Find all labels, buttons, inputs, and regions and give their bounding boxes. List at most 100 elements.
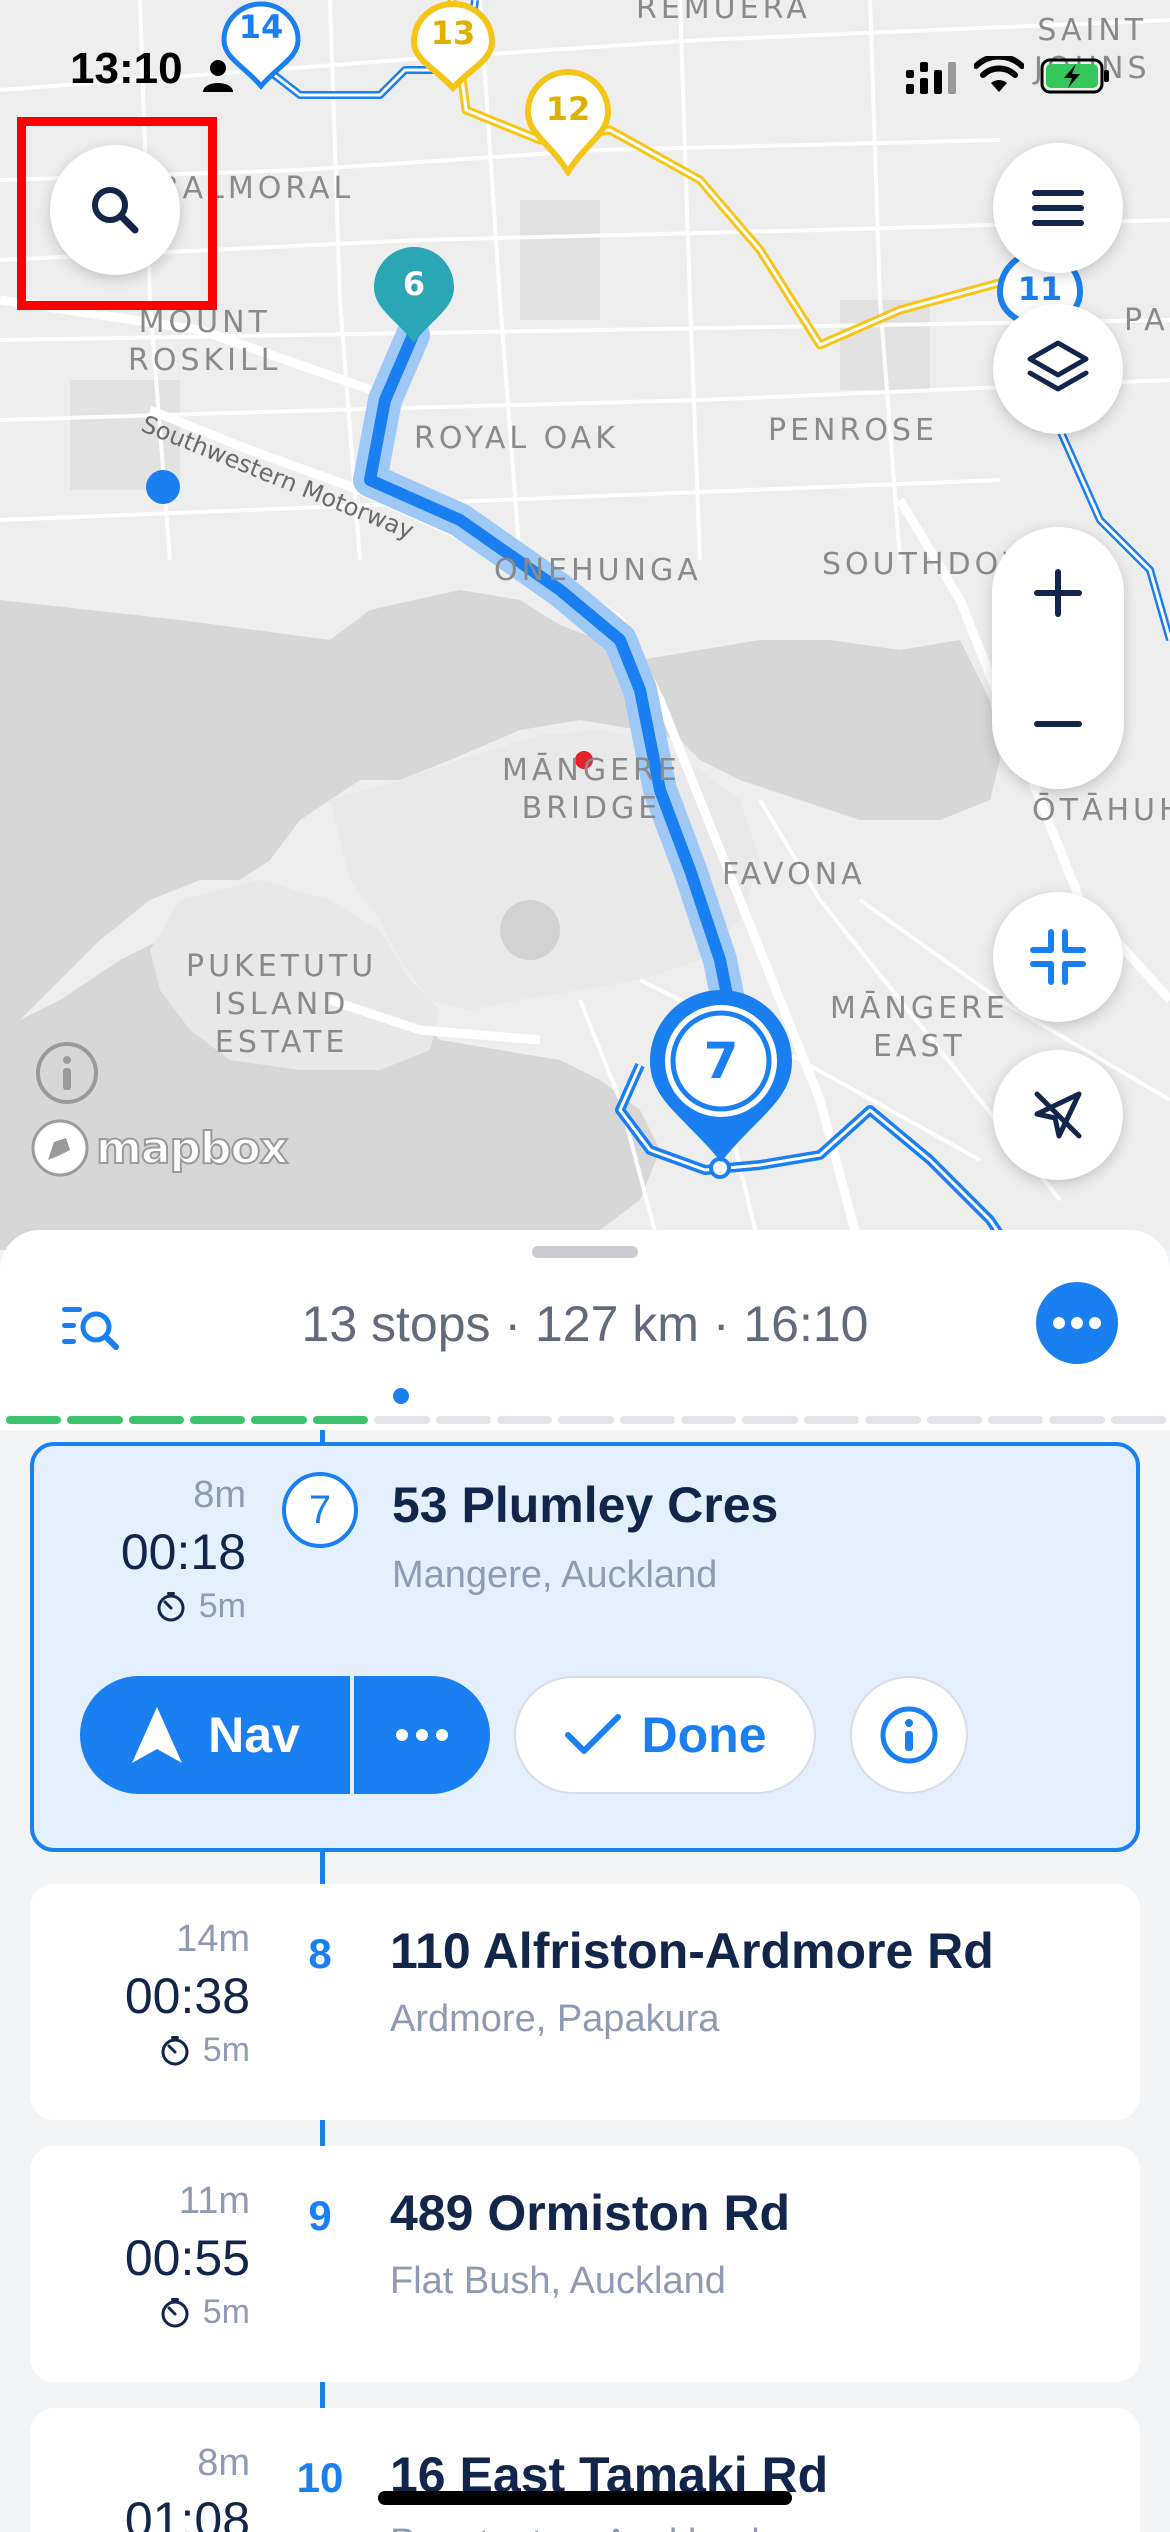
pin-label: 7: [703, 1032, 739, 1090]
timer-icon: [161, 2035, 189, 2065]
minus-icon: [1034, 720, 1082, 727]
location-arrow-off-icon: [1034, 1091, 1082, 1139]
service-duration: 5m: [202, 2031, 250, 2069]
stop-address: 489 Ormiston Rd: [390, 2185, 791, 2241]
highlight-box: [17, 117, 217, 310]
stop-card-active[interactable]: 8m 00:18 5m 7 53 Plumley Cres Mangere, A…: [30, 1442, 1140, 1852]
map-pin-stop-7-selected[interactable]: 7: [646, 986, 796, 1171]
service-time: 5m: [125, 2293, 250, 2332]
plus-icon: [1034, 568, 1082, 617]
home-indicator: [378, 2491, 792, 2505]
cellular-signal-icon: [906, 62, 956, 94]
mapbox-wordmark: mapbox: [95, 1122, 289, 1175]
leg-duration: 14m: [176, 1918, 250, 1960]
map-view[interactable]: REMUERA SAINT JOHNS BALMORAL MOUNT ROSKI…: [0, 0, 1170, 1250]
stop-address: 53 Plumley Cres: [392, 1477, 779, 1533]
map-label-penrose: PENROSE: [768, 413, 938, 448]
progress-segment: [496, 1416, 553, 1424]
progress-segment: [190, 1416, 246, 1424]
progress-segment: [435, 1416, 491, 1424]
status-time: 13:10: [70, 44, 183, 93]
stop-card[interactable]: 8m 01:08 10 16 East Tamaki Rd Papatoetoe…: [30, 2408, 1140, 2532]
sheet-header: 13 stops · 127 km · 16:10: [0, 1230, 1170, 1430]
map-label-otahuhu: ŌTĀHUHU: [1032, 793, 1170, 828]
done-button[interactable]: Done: [514, 1676, 816, 1794]
map-label-royal-oak: ROYAL OAK: [414, 421, 619, 456]
stop-city: Flat Bush, Auckland: [390, 2260, 726, 2302]
progress-segment: [1110, 1416, 1166, 1424]
stop-eta: 11m 00:55 5m: [125, 2180, 250, 2332]
stop-city: Mangere, Auckland: [392, 1554, 718, 1596]
timer-icon: [157, 1591, 185, 1621]
arrival-time: 01:08: [124, 2492, 250, 2532]
navigation-arrow-icon: [132, 1707, 183, 1763]
stop-info-button[interactable]: [850, 1676, 968, 1794]
wifi-icon: [974, 56, 1024, 92]
pin-label: 6: [402, 265, 426, 303]
ellipsis-icon: [1053, 1317, 1101, 1329]
progress-segment: [67, 1416, 123, 1424]
location-button[interactable]: [993, 1050, 1123, 1180]
stop-eta: 8m 00:18 5m: [121, 1474, 246, 1626]
stop-address: 110 Alfriston-Ardmore Rd: [390, 1923, 994, 1979]
stop-card[interactable]: 14m 00:38 5m 8 110 Alfriston-Ardmore Rd …: [30, 1884, 1140, 2120]
sheet-grabber[interactable]: [532, 1246, 638, 1258]
progress-segment: [312, 1416, 369, 1424]
person-icon: [203, 60, 233, 92]
nav-options-button[interactable]: [354, 1676, 490, 1794]
progress-segment: [558, 1416, 614, 1424]
service-duration: 5m: [198, 1587, 246, 1625]
map-label-pa: PA: [1124, 303, 1169, 338]
map-label-favona: FAVONA: [722, 857, 866, 892]
nav-label: Nav: [208, 1707, 300, 1763]
route-progress-bar: [6, 1416, 1166, 1424]
route-sheet: 13 stops · 127 km · 16:10 8m 00:18 5m 7 …: [0, 1230, 1170, 2532]
zoom-out-button[interactable]: [992, 658, 1124, 789]
zoom-controls: [992, 527, 1124, 789]
progress-segment: [1049, 1416, 1105, 1424]
map-label-mangere-east: MĀNGERE EAST: [830, 991, 1009, 1064]
stop-number: 9: [285, 2192, 355, 2240]
nav-button[interactable]: Nav: [80, 1676, 350, 1794]
map-label-puketutu: PUKETUTU ISLAND ESTATE: [186, 949, 378, 1060]
timer-icon: [161, 2297, 189, 2327]
stop-city: Papatoetoe, Auckland: [390, 2522, 760, 2532]
stop-number: 8: [285, 1930, 355, 1978]
battery-charging-icon: [1040, 58, 1109, 94]
map-label-mangere-bridge: MĀNGERE BRIDGE: [502, 753, 681, 826]
ellipsis-icon: [396, 1729, 448, 1741]
progress-segment: [619, 1416, 676, 1424]
stop-eta: 8m 01:08: [125, 2442, 250, 2532]
arrival-time: 00:18: [120, 1524, 246, 1580]
stop-eta: 14m 00:38 5m: [125, 1918, 250, 2070]
done-label: Done: [641, 1707, 767, 1763]
map-label-onehunga: ONEHUNGA: [494, 553, 702, 588]
leg-duration: 8m: [197, 2442, 250, 2484]
progress-segment: [374, 1416, 430, 1424]
info-icon[interactable]: [34, 1040, 100, 1106]
arrival-time: 00:38: [124, 1968, 250, 2024]
progress-current-marker: [393, 1388, 409, 1404]
progress-segment: [6, 1416, 62, 1424]
fit-route-button[interactable]: [993, 892, 1123, 1022]
layers-button[interactable]: [993, 304, 1123, 434]
checkmark-icon: [564, 1714, 621, 1754]
progress-segment: [742, 1416, 798, 1424]
menu-button[interactable]: [993, 143, 1123, 273]
progress-segment: [926, 1416, 982, 1424]
stop-number: 10: [280, 2454, 360, 2502]
pin-label: 11: [1017, 270, 1063, 308]
stop-card[interactable]: 11m 00:55 5m 9 489 Ormiston Rd Flat Bush…: [30, 2146, 1140, 2382]
stop-city: Ardmore, Papakura: [390, 1998, 720, 2040]
layers-icon: [1027, 340, 1089, 392]
mapbox-logo: mapbox: [30, 1118, 289, 1178]
leg-duration: 11m: [178, 2180, 250, 2222]
route-more-button[interactable]: [1036, 1282, 1118, 1364]
arrival-time: 00:55: [124, 2230, 250, 2286]
info-icon: [880, 1706, 938, 1764]
zoom-in-button[interactable]: [992, 527, 1124, 658]
leg-duration: 8m: [193, 1474, 246, 1516]
service-time: 5m: [125, 2031, 250, 2070]
map-label-mount-roskill: MOUNT ROSKILL: [128, 305, 282, 378]
map-pin-stop-6[interactable]: 6: [372, 245, 456, 350]
